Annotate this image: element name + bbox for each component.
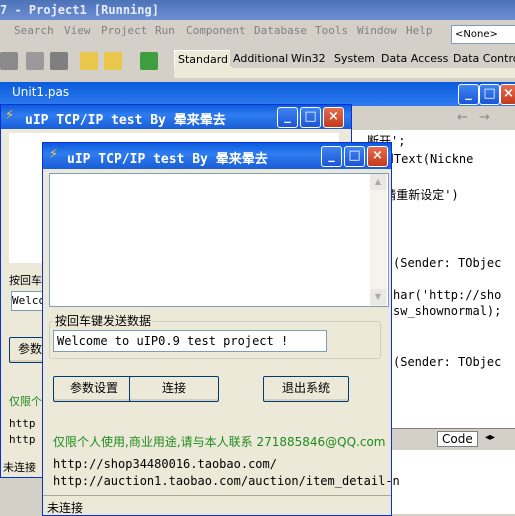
editor-nav-bar: ← → [345, 106, 515, 130]
tab-scroll-icon[interactable]: ◂▸ [485, 432, 495, 443]
connection-status: 未连接 [47, 501, 84, 515]
back-window-title-bar: ⚡ uIP TCP/IP test By 晕来晕去 _ □ × [1, 105, 351, 129]
save-all-icon[interactable] [50, 52, 68, 70]
unit-title-text: Unit1.pas [12, 85, 70, 99]
scroll-up-icon[interactable]: ▲ [370, 174, 386, 190]
toolbar-icon[interactable] [0, 52, 18, 70]
code-line: (Sender: TObjec [393, 256, 502, 270]
back-link-1[interactable]: http [9, 417, 36, 430]
tab-data-access[interactable]: Data Access [378, 50, 452, 67]
menu-window[interactable]: Window [357, 24, 397, 37]
unit-close-icon[interactable]: × [500, 84, 515, 105]
component-select[interactable]: <None> [451, 25, 515, 44]
tab-standard[interactable]: Standard [174, 50, 233, 68]
add-file-icon[interactable] [104, 52, 122, 70]
menu-view[interactable]: View [64, 24, 91, 37]
code-line: sw_shownormal); [393, 304, 502, 318]
menu-run[interactable]: Run [155, 24, 175, 37]
front-window-title: uIP TCP/IP test By 晕来晕去 [67, 152, 268, 167]
code-line: har('http://sho [393, 288, 502, 302]
tab-additional[interactable]: Additional [230, 50, 292, 67]
received-memo[interactable]: ▲ ▼ [49, 173, 389, 307]
code-line: (Sender: TObjec [393, 355, 502, 369]
message-input[interactable]: Welcome to uIP0.9 test project ! [53, 330, 327, 352]
back-icon[interactable]: ← [457, 110, 468, 125]
send-group-label: 按回车键发送数据 [53, 312, 154, 329]
back-link-2[interactable]: http [9, 433, 36, 446]
scroll-down-icon[interactable]: ▼ [370, 289, 386, 305]
save-icon[interactable] [26, 52, 44, 70]
back-status: 未连接 [3, 461, 36, 474]
notice-text: 仅限个人使用,商业用途,请与本人联系 271885846@QQ.com [53, 435, 386, 449]
book-icon[interactable] [140, 52, 158, 70]
front-window-title-bar: ⚡ uIP TCP/IP test By 晕来晕去 _ □ × [43, 143, 391, 169]
front-app-window: ⚡ uIP TCP/IP test By 晕来晕去 _ □ × ▲ ▼ 按回车键… [42, 142, 400, 516]
unit-maximize-icon[interactable]: □ [479, 84, 500, 105]
status-bar: 未连接 [43, 495, 391, 516]
tab-win32[interactable]: Win32 [288, 50, 329, 67]
tab-data-controls[interactable]: Data Controls [450, 50, 515, 67]
unit-window-title: Unit1.pas _ □ × [0, 82, 515, 106]
menu-component[interactable]: Component [186, 24, 246, 37]
connect-button[interactable]: 连接 [129, 376, 219, 402]
exit-button[interactable]: 退出系统 [263, 376, 349, 402]
menu-tools[interactable]: Tools [315, 24, 348, 37]
menu-help[interactable]: Help [406, 24, 433, 37]
minimize-icon[interactable]: _ [321, 146, 342, 167]
shop-link[interactable]: http://shop34480016.taobao.com/ [53, 457, 277, 471]
app-icon: ⚡ [49, 147, 59, 162]
palette-strip [174, 68, 515, 78]
menu-database[interactable]: Database [254, 24, 307, 37]
close-icon[interactable]: × [367, 146, 388, 167]
code-tab[interactable]: Code [437, 431, 478, 447]
back-minimize-icon[interactable]: _ [277, 107, 298, 128]
ide-menu-bar: Search View Project Run Component Databa… [0, 24, 450, 42]
ide-title-bar: 7 - Project1 [Running] [0, 0, 515, 20]
forward-icon[interactable]: → [479, 110, 490, 125]
open-project-icon[interactable] [80, 52, 98, 70]
back-close-icon[interactable]: × [323, 107, 344, 128]
unit-minimize-icon[interactable]: _ [458, 84, 479, 105]
maximize-icon[interactable]: □ [344, 146, 365, 167]
component-palette-tabs: Standard Additional Win32 System Data Ac… [174, 50, 515, 68]
menu-project[interactable]: Project [101, 24, 147, 37]
back-maximize-icon[interactable]: □ [300, 107, 321, 128]
auction-link[interactable]: http://auction1.taobao.com/auction/item_… [53, 474, 400, 488]
app-icon: ⚡ [5, 108, 15, 123]
back-group-label: 按回车 [9, 274, 42, 287]
menu-search[interactable]: Search [14, 24, 54, 37]
tab-system[interactable]: System [331, 50, 379, 67]
ide-toolbar [0, 46, 170, 76]
settings-button[interactable]: 参数设置 [53, 376, 135, 402]
back-window-title: uIP TCP/IP test By 晕来晕去 [25, 113, 226, 128]
memo-scrollbar[interactable]: ▲ ▼ [370, 174, 387, 306]
